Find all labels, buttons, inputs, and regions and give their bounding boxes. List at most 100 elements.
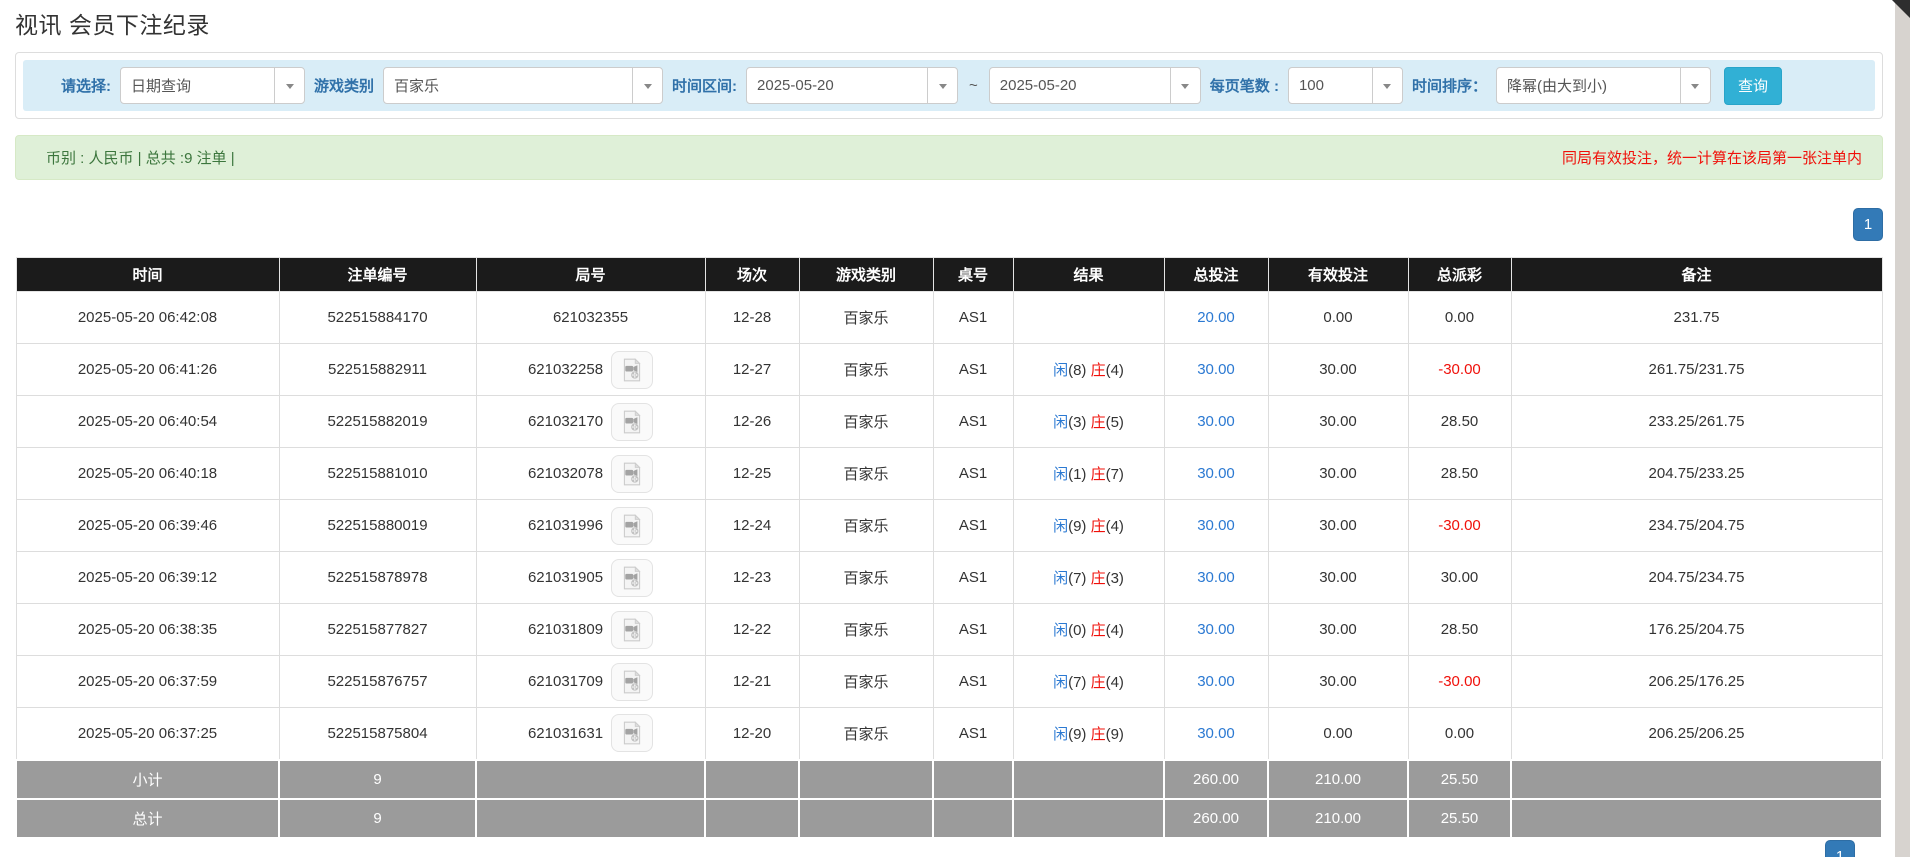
subtotal-total-bet: 260.00 (1164, 760, 1268, 799)
video-replay-button[interactable] (611, 455, 653, 493)
total-bet-link[interactable]: 30.00 (1197, 725, 1235, 742)
search-button[interactable]: 查询 (1724, 67, 1782, 105)
cell-round-id: 621031709 (476, 656, 705, 708)
cell-round-id: 621032078 (476, 448, 705, 500)
cell-note: 206.25/176.25 (1511, 656, 1882, 708)
cell-round-id: 621032258 (476, 344, 705, 396)
chevron-down-icon[interactable] (1680, 68, 1710, 103)
cell-session: 12-28 (705, 292, 799, 344)
chevron-down-icon[interactable] (632, 68, 662, 103)
subtotal-row: 小计 9 260.00 210.00 25.50 (16, 760, 1882, 799)
chevron-down-icon[interactable] (1170, 68, 1200, 103)
page-1-button[interactable]: 1 (1853, 208, 1883, 241)
video-replay-button[interactable] (611, 559, 653, 597)
video-replay-button[interactable] (611, 611, 653, 649)
cell-time: 2025-05-20 06:37:59 (16, 656, 279, 708)
video-replay-button[interactable] (611, 507, 653, 545)
cell-session: 12-24 (705, 500, 799, 552)
cell-time: 2025-05-20 06:41:26 (16, 344, 279, 396)
chevron-down-icon[interactable] (927, 68, 957, 103)
chevron-down-icon[interactable] (274, 68, 304, 103)
summary-bar: 币别 : 人民币 | 总共 :9 注单 | 同局有效投注，统一计算在该局第一张注… (15, 135, 1883, 180)
banker-label: 庄 (1091, 414, 1106, 431)
subtotal-label: 小计 (16, 760, 279, 799)
date-to-select[interactable]: 2025-05-20 (989, 67, 1201, 104)
query-type-value: 日期查询 (121, 75, 274, 96)
banker-label: 庄 (1091, 518, 1106, 535)
video-replay-icon (619, 409, 645, 435)
cell-valid-bet: 30.00 (1268, 344, 1408, 396)
cell-result: 闲(1) 庄(7) (1013, 448, 1164, 500)
cell-table-no: AS1 (933, 604, 1013, 656)
player-label: 闲 (1053, 674, 1068, 691)
cell-table-no: AS1 (933, 552, 1013, 604)
video-replay-button[interactable] (611, 403, 653, 441)
cell-valid-bet: 30.00 (1268, 552, 1408, 604)
table-row: 2025-05-20 06:37:25522515875804621031631… (16, 708, 1882, 760)
cell-time: 2025-05-20 06:39:12 (16, 552, 279, 604)
table-row: 2025-05-20 06:40:18522515881010621032078… (16, 448, 1882, 500)
cell-game-type: 百家乐 (799, 604, 933, 656)
cell-game-type: 百家乐 (799, 292, 933, 344)
video-replay-icon (619, 357, 645, 383)
time-sort-select[interactable]: 降幂(由大到小) (1496, 67, 1711, 104)
page-size-select[interactable]: 100 (1288, 67, 1403, 104)
banker-label: 庄 (1091, 466, 1106, 483)
cell-total-bet: 20.00 (1164, 292, 1268, 344)
video-replay-button[interactable] (611, 663, 653, 701)
pagination-bottom: 1 (1825, 840, 1855, 857)
vertical-scrollbar[interactable] (1895, 0, 1910, 857)
banker-label: 庄 (1091, 362, 1106, 379)
total-bet-link[interactable]: 30.00 (1197, 413, 1235, 430)
total-label: 总计 (16, 799, 279, 838)
cell-payout: 28.50 (1408, 604, 1511, 656)
cell-session: 12-20 (705, 708, 799, 760)
page-1-button-bottom[interactable]: 1 (1825, 840, 1855, 857)
column-header: 时间 (16, 258, 279, 292)
column-header: 场次 (705, 258, 799, 292)
subtotal-count: 9 (279, 760, 476, 799)
total-bet-link[interactable]: 30.00 (1197, 517, 1235, 534)
game-type-select[interactable]: 百家乐 (383, 67, 663, 104)
cell-result: 闲(0) 庄(4) (1013, 604, 1164, 656)
video-replay-icon (619, 461, 645, 487)
cell-game-type: 百家乐 (799, 500, 933, 552)
total-bet-link[interactable]: 20.00 (1197, 309, 1235, 326)
cell-valid-bet: 30.00 (1268, 656, 1408, 708)
cell-payout: 0.00 (1408, 708, 1511, 760)
cell-table-no: AS1 (933, 708, 1013, 760)
total-row: 总计 9 260.00 210.00 25.50 (16, 799, 1882, 838)
time-sort-value: 降幂(由大到小) (1497, 75, 1680, 96)
date-from-select[interactable]: 2025-05-20 (746, 67, 958, 104)
total-bet-link[interactable]: 30.00 (1197, 569, 1235, 586)
cell-bet-id: 522515875804 (279, 708, 476, 760)
cell-note: 234.75/204.75 (1511, 500, 1882, 552)
player-label: 闲 (1053, 362, 1068, 379)
total-bet-link[interactable]: 30.00 (1197, 621, 1235, 638)
cell-round-id: 621031631 (476, 708, 705, 760)
cell-table-no: AS1 (933, 344, 1013, 396)
total-bet-link[interactable]: 30.00 (1197, 465, 1235, 482)
column-header: 备注 (1511, 258, 1882, 292)
cell-table-no: AS1 (933, 396, 1013, 448)
cell-note: 204.75/233.25 (1511, 448, 1882, 500)
table-row: 2025-05-20 06:41:26522515882911621032258… (16, 344, 1882, 396)
cell-time: 2025-05-20 06:40:18 (16, 448, 279, 500)
cell-result: 闲(9) 庄(4) (1013, 500, 1164, 552)
game-type-value: 百家乐 (384, 75, 632, 96)
cell-result: 闲(8) 庄(4) (1013, 344, 1164, 396)
total-bet-link[interactable]: 30.00 (1197, 673, 1235, 690)
total-bet-link[interactable]: 30.00 (1197, 361, 1235, 378)
total-payout: 25.50 (1408, 799, 1511, 838)
cell-game-type: 百家乐 (799, 396, 933, 448)
player-label: 闲 (1053, 466, 1068, 483)
chevron-down-icon[interactable] (1372, 68, 1402, 103)
cell-result: 闲(9) 庄(9) (1013, 708, 1164, 760)
video-replay-button[interactable] (611, 351, 653, 389)
query-type-select[interactable]: 日期查询 (120, 67, 305, 104)
cell-note: 176.25/204.75 (1511, 604, 1882, 656)
cell-bet-id: 522515878978 (279, 552, 476, 604)
video-replay-button[interactable] (611, 714, 653, 752)
cell-session: 12-22 (705, 604, 799, 656)
cell-game-type: 百家乐 (799, 448, 933, 500)
